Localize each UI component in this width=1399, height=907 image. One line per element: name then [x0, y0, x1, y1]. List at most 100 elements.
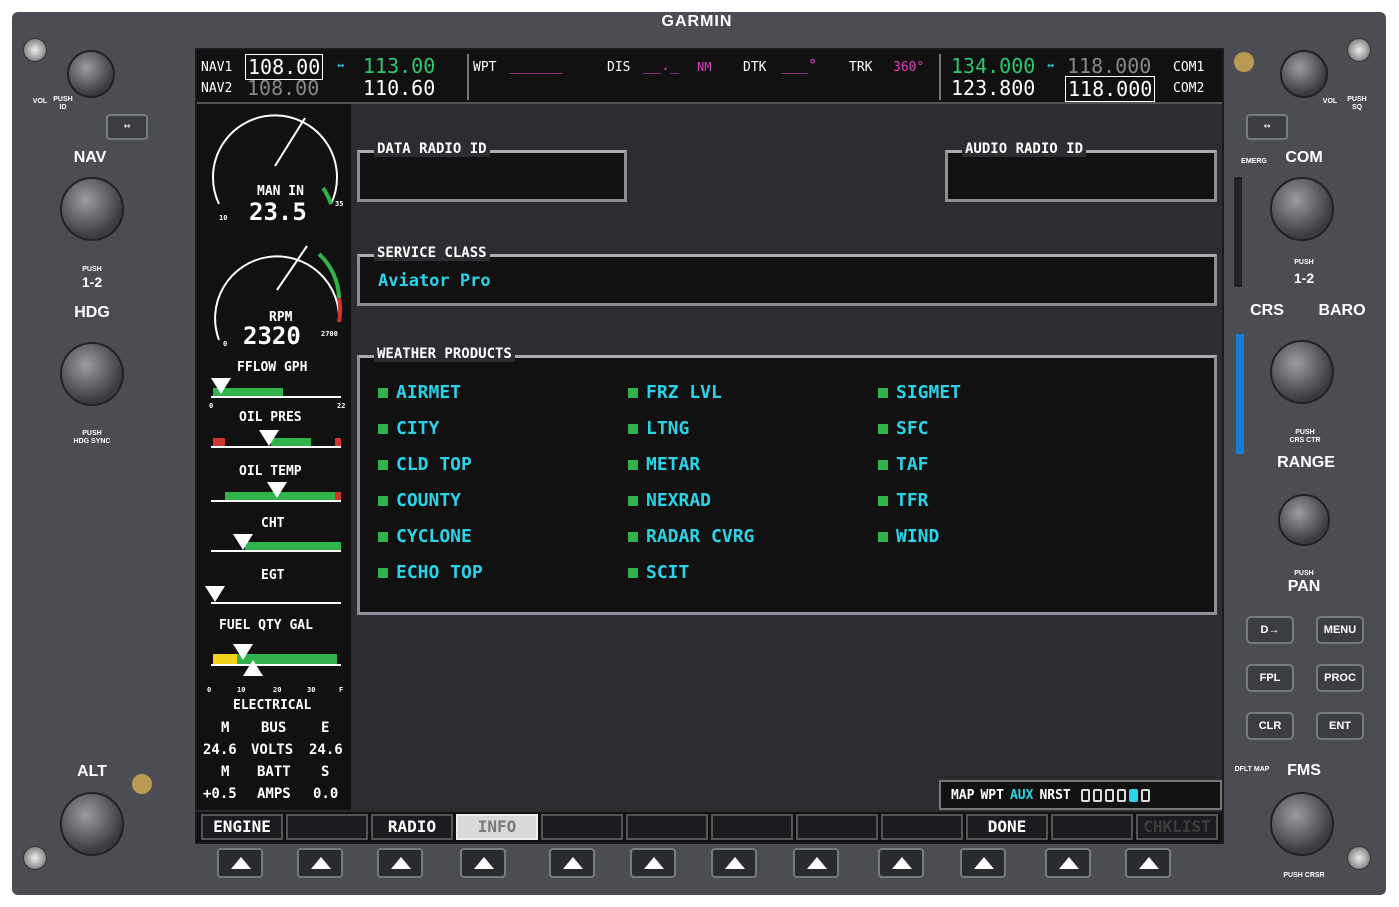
softkey-hw-button-12[interactable] [1125, 848, 1171, 878]
ent-button[interactable]: ENT [1316, 712, 1364, 740]
com1-label: COM1 [1173, 60, 1205, 75]
amps-main: +0.5 [203, 786, 237, 802]
fpl-button[interactable]: FPL [1246, 664, 1294, 692]
softkey-hw-button-6[interactable] [630, 848, 676, 878]
screw-icon [23, 38, 47, 62]
batt-m: M [221, 764, 230, 780]
cht-pointer-icon [233, 534, 253, 550]
clr-button[interactable]: CLR [1246, 712, 1294, 740]
softkey-hw-button-10[interactable] [960, 848, 1006, 878]
fflow-min: 0 [209, 402, 214, 410]
wx-item-cyclone: CYCLONE [378, 526, 472, 547]
dtk-label: DTK [743, 60, 767, 75]
photocell-icon [132, 774, 152, 794]
com2-standby-frequency[interactable]: 118.000 [1065, 76, 1156, 102]
fuel-tick-0: 0 [207, 686, 212, 694]
nav2-label: NAV2 [201, 81, 233, 96]
fms-knob[interactable] [1270, 792, 1334, 856]
push-label: PUSH [82, 266, 102, 273]
softkey-hw-button-5[interactable] [549, 848, 595, 878]
softkey-blank-5[interactable] [541, 814, 623, 840]
com-volume-knob[interactable] [1280, 50, 1328, 98]
softkey-hw-button-9[interactable] [878, 848, 924, 878]
com2-active-frequency[interactable]: 123.800 [951, 76, 1035, 100]
fflow-label: FFLOW GPH [237, 360, 308, 375]
volts-main: 24.6 [203, 742, 237, 758]
nav1-standby-frequency[interactable]: 113.00 [363, 54, 435, 78]
bus-m: M [221, 720, 230, 736]
range-label: RANGE [1277, 454, 1335, 471]
dis-value: __._ [643, 56, 680, 74]
data-radio-id-panel: DATA RADIO ID [357, 141, 627, 202]
service-class-title: SERVICE CLASS [374, 245, 490, 261]
wx-item-echo-top: ECHO TOP [378, 562, 483, 583]
volts-ess: 24.6 [309, 742, 343, 758]
rpm-max: 2700 [321, 330, 338, 338]
push-sq-label: PUSH SQ [1347, 96, 1367, 111]
softkey-info[interactable]: INFO [456, 814, 538, 840]
enabled-indicator-icon [878, 495, 888, 506]
softkey-hw-button-3[interactable] [377, 848, 423, 878]
nav2-standby-frequency[interactable]: 110.60 [363, 76, 435, 100]
man-in-min: 10 [219, 214, 228, 222]
baro-label: BARO [1318, 302, 1366, 319]
oil-temp-pointer-icon [267, 482, 287, 498]
softkey-hw-button-11[interactable] [1045, 848, 1091, 878]
softkey-hw-button-2[interactable] [297, 848, 343, 878]
bus-e: E [321, 720, 330, 736]
menu-button[interactable]: MENU [1316, 616, 1364, 644]
softkey-radio[interactable]: RADIO [371, 814, 453, 840]
volts-label: VOLTS [251, 742, 294, 758]
page-group-indicator: MAP WPT AUX NRST [939, 780, 1222, 810]
screw-icon [1347, 38, 1371, 62]
softkey-blank-8[interactable] [796, 814, 878, 840]
nav-swap-button[interactable]: ↔ [106, 114, 148, 140]
fuel-right-pointer-icon [243, 660, 263, 676]
enabled-indicator-icon [878, 423, 888, 434]
com-knob[interactable] [1270, 177, 1334, 241]
softkey-hw-button-1[interactable] [217, 848, 263, 878]
com1-active-frequency[interactable]: 134.000 [951, 54, 1035, 78]
page-group-nrst: NRST [1039, 787, 1071, 803]
softkey-blank-7[interactable] [711, 814, 793, 840]
service-class-value: Aviator Pro [378, 271, 491, 291]
alt-knob[interactable] [60, 792, 124, 856]
hdg-knob[interactable] [60, 342, 124, 406]
enabled-indicator-icon [628, 495, 638, 506]
softkey-bar: ENGINE RADIO INFO DONE CHKLIST [197, 812, 1222, 842]
nav2-active-frequency[interactable]: 108.00 [247, 76, 319, 100]
softkey-blank-9[interactable] [881, 814, 963, 840]
oil-temp-label: OIL TEMP [239, 464, 302, 479]
crs-baro-knob[interactable] [1270, 340, 1334, 404]
fuel-qty-bar [211, 652, 341, 666]
divider [467, 54, 469, 100]
fflow-max: 22 [337, 402, 346, 410]
cht-bar [211, 538, 341, 552]
fuel-left-pointer-icon [233, 644, 253, 660]
softkey-done[interactable]: DONE [966, 814, 1048, 840]
com-swap-button[interactable]: ↔ [1246, 114, 1288, 140]
fuel-tick-20: 20 [273, 686, 282, 694]
enabled-indicator-icon [878, 531, 888, 542]
com1-standby-frequency[interactable]: 118.000 [1067, 54, 1151, 78]
softkey-chklist[interactable]: CHKLIST [1136, 814, 1218, 840]
enabled-indicator-icon [378, 423, 388, 434]
softkey-engine[interactable]: ENGINE [201, 814, 283, 840]
direct-to-button[interactable]: D→ [1246, 616, 1294, 644]
softkey-blank-6[interactable] [626, 814, 708, 840]
softkey-blank-11[interactable] [1051, 814, 1133, 840]
man-in-label: MAN IN [257, 184, 304, 199]
wpt-label: WPT [473, 60, 497, 75]
softkey-hw-button-7[interactable] [711, 848, 757, 878]
dtk-value: ___° [781, 56, 818, 74]
vol-label: VOL [1322, 98, 1338, 105]
softkey-hw-button-8[interactable] [793, 848, 839, 878]
push-crs-ctr-label: PUSH CRS CTR [1289, 429, 1321, 444]
nav-volume-knob[interactable] [67, 50, 115, 98]
fuel-qty-label: FUEL QTY GAL [219, 618, 313, 633]
nav-knob[interactable] [60, 177, 124, 241]
range-joystick[interactable] [1278, 494, 1330, 546]
softkey-hw-button-4[interactable] [460, 848, 506, 878]
proc-button[interactable]: PROC [1316, 664, 1364, 692]
softkey-blank-2[interactable] [286, 814, 368, 840]
